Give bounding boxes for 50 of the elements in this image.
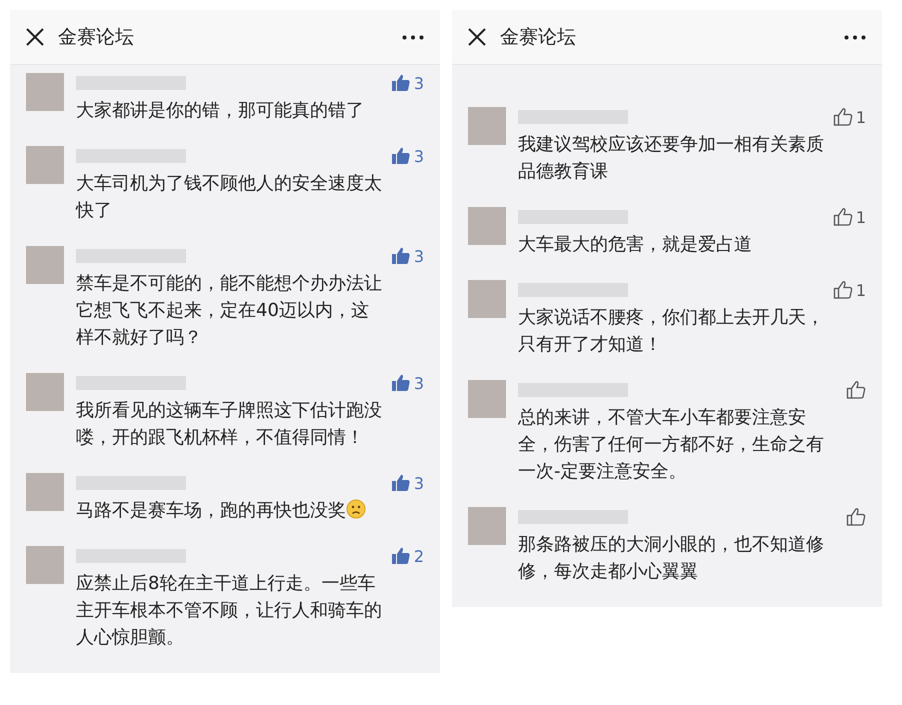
like-button[interactable]: 3 (390, 146, 424, 166)
avatar-placeholder (26, 546, 64, 584)
avatar-placeholder (26, 246, 64, 284)
thumbs-up-icon (832, 107, 853, 127)
avatar-placeholder (26, 73, 64, 111)
comment-text: 我所看见的这辆车子牌照这下估计跑没喽，开的跟飞机杯样，不值得同情！ (76, 399, 383, 450)
comment-text: 马路不是赛车场，跑的再快也没奖 (76, 497, 386, 524)
more-icon[interactable] (844, 34, 866, 40)
thumbs-up-icon (846, 507, 866, 527)
comment-text: 应禁止后8轮在主干道上行走。一些车主开车根本不管不顾，让行人和骑车的人心惊胆颤。 (76, 572, 383, 650)
comment-text: 大车最大的危害，就是爱占道 (518, 233, 753, 257)
like-button[interactable]: 2 (390, 546, 424, 566)
close-icon[interactable] (468, 28, 486, 46)
comment-text: 禁车是不可能的，能不能想个办办法让它想飞飞不起来，定在40迈以内，这样不就好了吗？ (76, 272, 383, 350)
like-button[interactable]: 3 (390, 373, 424, 393)
more-icon[interactable] (402, 34, 424, 40)
close-icon[interactable] (26, 28, 44, 46)
thumbs-up-icon (390, 373, 411, 393)
comment-text: 大家都讲是你的错，那可能真的错了 (76, 99, 365, 123)
comment-text: 大车司机为了钱不顾他人的安全速度太快了 (76, 172, 383, 223)
comment-text: 大家说话不腰疼，你们都上去开几天，只有开了才知道！ (518, 306, 825, 357)
comment-text: 总的来讲，不管大车小车都要注意安全，伤害了任何一方都不好，生命之有一次-定要注意安全。 (518, 406, 825, 484)
thumbs-up-icon (832, 280, 853, 300)
thumbs-up-icon (390, 473, 411, 493)
avatar-placeholder (26, 146, 64, 184)
page-title: 金赛论坛 (58, 25, 135, 50)
thumbs-up-icon (832, 207, 853, 227)
like-button[interactable] (846, 380, 866, 400)
avatar-placeholder (468, 507, 506, 545)
avatar-placeholder (26, 473, 64, 511)
page-title: 金赛论坛 (500, 25, 577, 50)
avatar-placeholder (26, 373, 64, 411)
thumbs-up-icon (846, 380, 866, 400)
avatar-placeholder (468, 107, 506, 145)
like-button[interactable] (846, 507, 866, 527)
thumbs-up-icon (390, 73, 411, 93)
like-button[interactable]: 1 (832, 107, 866, 127)
avatar-placeholder (468, 380, 506, 418)
thumbs-up-icon (390, 546, 411, 566)
avatar-placeholder (468, 207, 506, 245)
comment-text: 我建议驾校应该还要争加一相有关素质品德教育课 (518, 133, 825, 184)
like-button[interactable]: 3 (390, 73, 424, 93)
avatar-placeholder (468, 280, 506, 318)
like-button[interactable]: 1 (832, 280, 866, 300)
comment-text: 那条路被压的大洞小眼的，也不知道修修，每次走都小心翼翼 (518, 533, 825, 584)
like-button[interactable]: 3 (390, 473, 424, 493)
thumbs-up-icon (390, 246, 411, 266)
thumbs-up-icon (390, 146, 411, 166)
like-button[interactable]: 3 (390, 246, 424, 266)
like-button[interactable]: 1 (832, 207, 866, 227)
